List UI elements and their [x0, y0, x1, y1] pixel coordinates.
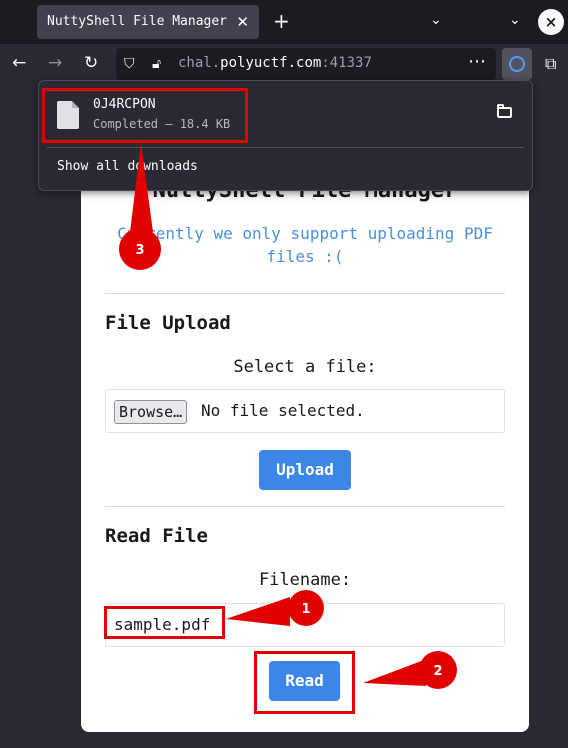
annotation-box-download [42, 88, 248, 143]
select-file-label: Select a file: [233, 357, 377, 377]
annotation-box-read [254, 651, 355, 714]
tab-list-chevron-icon[interactable]: ⌄ [430, 12, 442, 28]
new-tab-button[interactable]: + [273, 9, 290, 33]
browse-button[interactable]: Browse… [114, 400, 188, 424]
insecure-lock-icon[interactable]: 🔓︎ [152, 56, 161, 72]
forward-arrow-icon[interactable]: → [48, 53, 62, 73]
tab-nuttyshell[interactable]: NuttyShell File Manager ✕ [37, 5, 259, 39]
window-menu-chevron-icon[interactable]: ⌄ [509, 12, 521, 28]
window-close-icon[interactable]: × [538, 9, 564, 35]
file-input[interactable]: Browse… No file selected. [105, 389, 505, 433]
download-complete-icon [509, 56, 525, 72]
downloads-divider [47, 147, 524, 148]
pdf-only-notice: Currently we only support uploading PDF … [117, 224, 493, 266]
tab-strip: NuttyShell File Manager ✕ + ⌄ ⌄ × [0, 0, 568, 44]
extensions-puzzle-icon[interactable]: ⧉ [545, 54, 556, 74]
file-manager-card: NuttyShell File Manager Currently we onl… [81, 160, 529, 732]
url-bar[interactable]: ⛉ 🔓︎ chal.polyuctf.com:41337 ⋯ [116, 48, 496, 80]
divider [105, 293, 505, 294]
file-upload-heading: File Upload [105, 312, 231, 334]
back-arrow-icon[interactable]: ← [12, 53, 26, 73]
annotation-box-filename [104, 606, 225, 639]
divider [105, 506, 505, 507]
show-all-downloads-link[interactable]: Show all downloads [57, 159, 198, 174]
tab-close-icon[interactable]: ✕ [236, 5, 249, 39]
tab-title: NuttyShell File Manager [47, 14, 228, 29]
no-file-text: No file selected. [201, 401, 365, 420]
downloads-button[interactable] [502, 48, 532, 80]
read-file-heading: Read File [105, 525, 208, 547]
reload-icon[interactable]: ↻ [84, 53, 98, 73]
filename-label: Filename: [258, 570, 352, 590]
url-text[interactable]: chal.polyuctf.com:41337 [178, 55, 372, 71]
upload-button[interactable]: Upload [259, 450, 351, 490]
shield-icon[interactable]: ⛉ [124, 56, 135, 72]
page-actions-icon[interactable]: ⋯ [468, 51, 486, 72]
nav-bar: ← → ↻ ⛉ 🔓︎ chal.polyuctf.com:41337 ⋯ ⧉ [0, 44, 568, 84]
folder-icon[interactable] [497, 104, 512, 118]
